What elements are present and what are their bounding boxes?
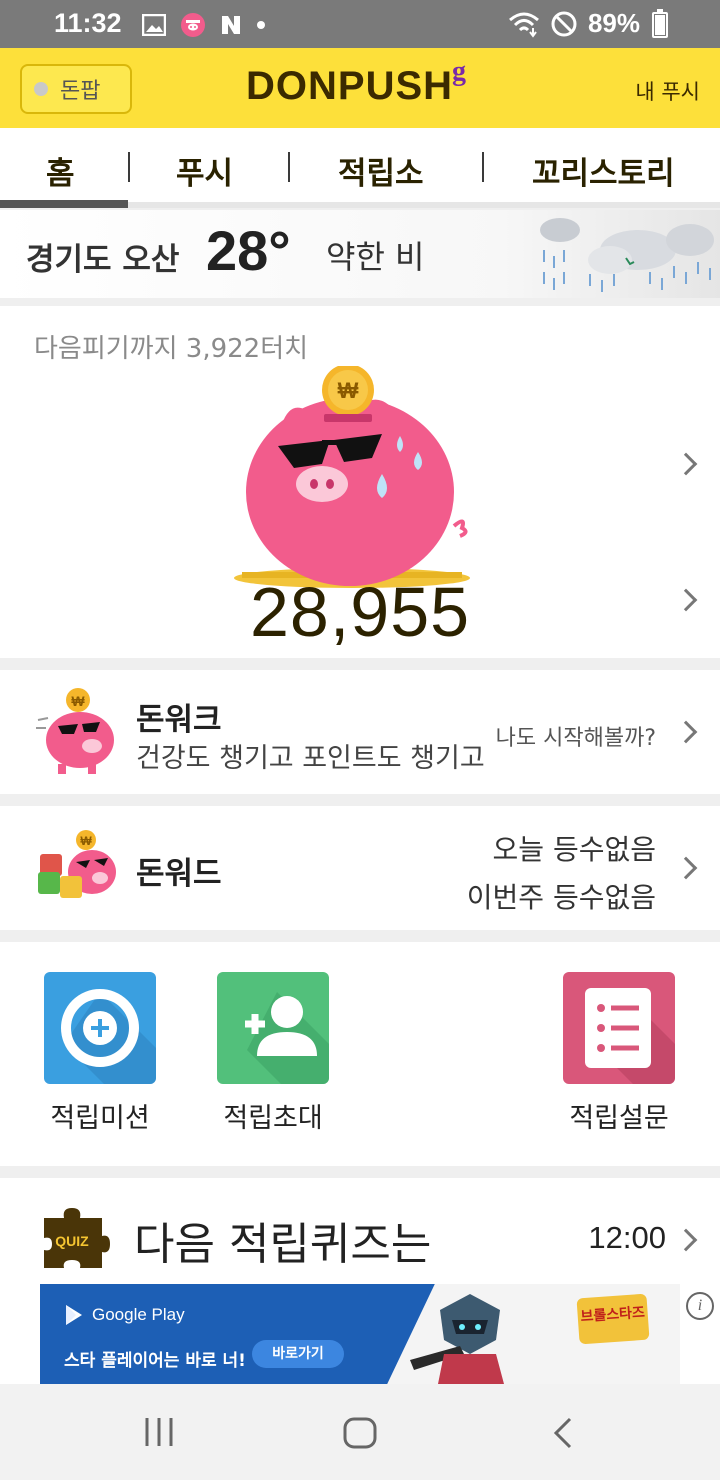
ad-banner[interactable]: Google Play 스타 플레이어는 바로 너! 바로가기 브롤스타즈	[40, 1284, 680, 1384]
my-push-link[interactable]: 내 푸시	[635, 76, 700, 106]
svg-text:QUIZ: QUIZ	[55, 1233, 89, 1249]
donwalk-row[interactable]: ₩ 돈워크 건강도 챙기고 포인트도 챙기고 나도 시작해볼까?	[0, 670, 720, 794]
quiz-title: 다음 적립퀴즈는	[134, 1219, 432, 1270]
donword-title: 돈워드	[136, 856, 222, 892]
tab-divider	[288, 152, 290, 182]
donwalk-cta: 나도 시작해볼까?	[495, 726, 656, 751]
google-play-icon	[66, 1305, 82, 1325]
earning-shortcuts: 적립미션 적립초대 적립설문	[0, 942, 720, 1166]
brawl-stars-logo: 브롤스타즈	[576, 1293, 650, 1345]
tab-tail-story[interactable]: 꼬리스토리	[532, 148, 675, 193]
shortcut-earn-mission[interactable]: 적립미션	[44, 972, 156, 1134]
donpush-logo: DONPUSH	[246, 64, 454, 108]
touches-to-next-piggy: 다음피기까지 3,922터치	[34, 334, 309, 364]
donword-today-rank: 오늘 등수없음	[492, 833, 656, 866]
shortcut-label: 적립초대	[223, 1103, 323, 1134]
donword-week-rank: 이번주 등수없음	[466, 881, 656, 914]
main-tabs: 홈 푸시 적립소 꼬리스토리	[0, 128, 720, 208]
donwalk-title: 돈워크	[136, 702, 222, 738]
back-icon[interactable]	[550, 1416, 574, 1450]
weather-temperature: 28°	[206, 219, 291, 282]
chevron-right-icon[interactable]	[674, 1228, 698, 1252]
points-balance: 28,955	[250, 573, 471, 651]
invite-tile[interactable]	[217, 972, 329, 1084]
weather-condition: 약한 비	[326, 238, 425, 276]
word-puzzle-pig-icon: ₩	[38, 830, 116, 898]
notification-icons	[142, 12, 266, 38]
mission-tile[interactable]	[44, 972, 156, 1084]
chevron-right-icon[interactable]	[674, 588, 698, 612]
pig-app-icon	[181, 13, 205, 37]
tab-active-indicator	[0, 200, 128, 208]
tab-push[interactable]: 푸시	[176, 148, 233, 193]
donwalk-subtitle: 건강도 챙기고 포인트도 챙기고	[136, 743, 485, 774]
wifi-icon	[508, 12, 539, 38]
ad-cta-button[interactable]: 바로가기	[252, 1340, 344, 1368]
ad-headline: 스타 플레이어는 바로 너!	[64, 1351, 246, 1371]
donpop-button[interactable]: 돈팝	[20, 64, 132, 114]
recent-apps-icon[interactable]	[142, 1416, 176, 1448]
piggy-bank-card[interactable]: 다음피기까지 3,922터치 ₩ 28,955	[0, 306, 720, 658]
quiz-next-time: 12:00	[588, 1220, 666, 1255]
more-notifications-dot-icon	[257, 21, 265, 29]
status-bar: 11:32 89%	[0, 0, 720, 48]
add-circle-icon	[61, 989, 156, 1084]
tab-divider	[482, 152, 484, 182]
add-person-icon	[245, 992, 329, 1084]
survey-list-icon	[585, 988, 675, 1084]
piggy-bank-icon: ₩	[234, 366, 470, 588]
ad-info-icon[interactable]: i	[686, 1292, 714, 1320]
weather-banner[interactable]: 경기도 오산 28° 약한 비	[0, 210, 720, 298]
image-icon	[142, 14, 166, 36]
battery-fill	[655, 15, 665, 35]
do-not-disturb-icon	[551, 11, 577, 36]
donpop-status-dot	[34, 82, 48, 96]
rain-cloud-icon	[540, 218, 714, 292]
svg-text:₩: ₩	[80, 834, 92, 848]
naver-n-icon	[222, 16, 240, 34]
shortcut-earn-survey[interactable]: 적립설문	[563, 972, 675, 1134]
logo-suffix: g	[452, 56, 466, 87]
donword-row[interactable]: ₩ 돈워드 오늘 등수없음 이번주 등수없음	[0, 806, 720, 930]
donpop-label: 돈팝	[60, 79, 101, 104]
svg-text:₩: ₩	[71, 693, 85, 709]
chevron-right-icon[interactable]	[674, 452, 698, 476]
battery-icon	[652, 9, 668, 38]
walking-pig-icon: ₩	[36, 688, 114, 774]
chevron-right-icon[interactable]	[674, 720, 698, 744]
google-play-badge: Google Play	[64, 1304, 185, 1326]
shortcut-label: 적립설문	[569, 1103, 669, 1134]
tab-divider	[128, 152, 130, 182]
chevron-right-icon[interactable]	[674, 856, 698, 880]
game-character-image	[410, 1294, 504, 1384]
app-bar: 돈팝 DONPUSH g 내 푸시	[0, 48, 720, 128]
shortcut-label: 적립미션	[50, 1103, 150, 1134]
tab-home[interactable]: 홈	[46, 148, 75, 193]
google-play-label: Google Play	[92, 1305, 185, 1324]
survey-tile[interactable]	[563, 972, 675, 1084]
battery-percent: 89%	[587, 8, 640, 38]
quiz-puzzle-icon: QUIZ	[44, 1208, 110, 1268]
weather-location: 경기도 오산	[26, 242, 180, 278]
svg-text:₩: ₩	[338, 378, 359, 403]
tab-earn-shop[interactable]: 적립소	[338, 148, 424, 193]
system-navigation-bar	[0, 1384, 720, 1480]
system-icons: 89%	[508, 8, 640, 39]
status-time: 11:32	[54, 8, 122, 38]
quiz-section: QUIZ 다음 적립퀴즈는 12:00 Google Play 스타 플레이어는…	[0, 1178, 720, 1384]
home-icon[interactable]	[342, 1416, 378, 1450]
shortcut-earn-invite[interactable]: 적립초대	[217, 972, 329, 1134]
